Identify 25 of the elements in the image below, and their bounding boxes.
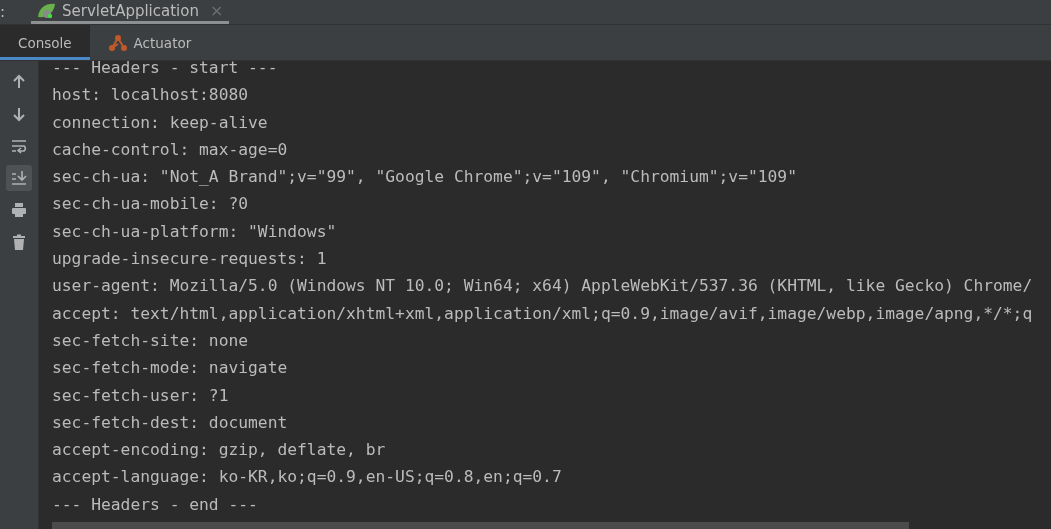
console-line: sec-fetch-site: none [51, 329, 250, 352]
console-line: connection: keep-alive [51, 111, 269, 134]
tool-tab[interactable]: Console [0, 25, 90, 60]
nodes-icon [107, 33, 128, 52]
spring-leaf-icon [37, 2, 58, 19]
console-line: host: localhost:8080 [51, 84, 250, 107]
tool-tab[interactable]: Actuator [89, 25, 210, 60]
run-tab-title: ServletApplication [62, 1, 199, 20]
console-line: sec-ch-ua: "Not_A Brand";v="99", "Google Chrome";v="109", "Chromium";v="109" [51, 166, 798, 189]
console-line: upgrade-insecure-requests: 1 [51, 248, 328, 271]
separator-text: : [0, 3, 7, 21]
console-line: accept-encoding: gzip, deflate, br [51, 439, 387, 462]
console-line: sec-ch-ua-mobile: ?0 [51, 193, 250, 216]
console-line: sec-ch-ua-platform: "Windows" [51, 220, 338, 243]
console-line: --- Headers - end --- [51, 493, 259, 516]
horizontal-scrollbar[interactable] [52, 522, 909, 529]
console-line: accept: text/html,application/xhtml+xml,application/xml;q=0.9,image/avif,image/webp,image/apng,*/*;q [51, 302, 1034, 325]
console-line: --- Headers - start --- [51, 57, 279, 79]
console-line: sec-fetch-user: ?1 [51, 384, 230, 407]
console-line: user-agent: Mozilla/5.0 (Windows NT 10.0; Win64; x64) AppleWebKit/537.36 (KHTML, like Gecko) Chrome/ [51, 275, 1034, 298]
scroll-to-end-icon[interactable] [6, 165, 32, 191]
console-line: sec-fetch-mode: navigate [51, 357, 289, 380]
console-line: sec-fetch-dest: document [51, 411, 289, 434]
console-line: accept-language: ko-KR,ko;q=0.9,en-US;q=0.8,en;q=0.7 [51, 466, 563, 489]
console-line: cache-control: max-age=0 [51, 138, 289, 161]
